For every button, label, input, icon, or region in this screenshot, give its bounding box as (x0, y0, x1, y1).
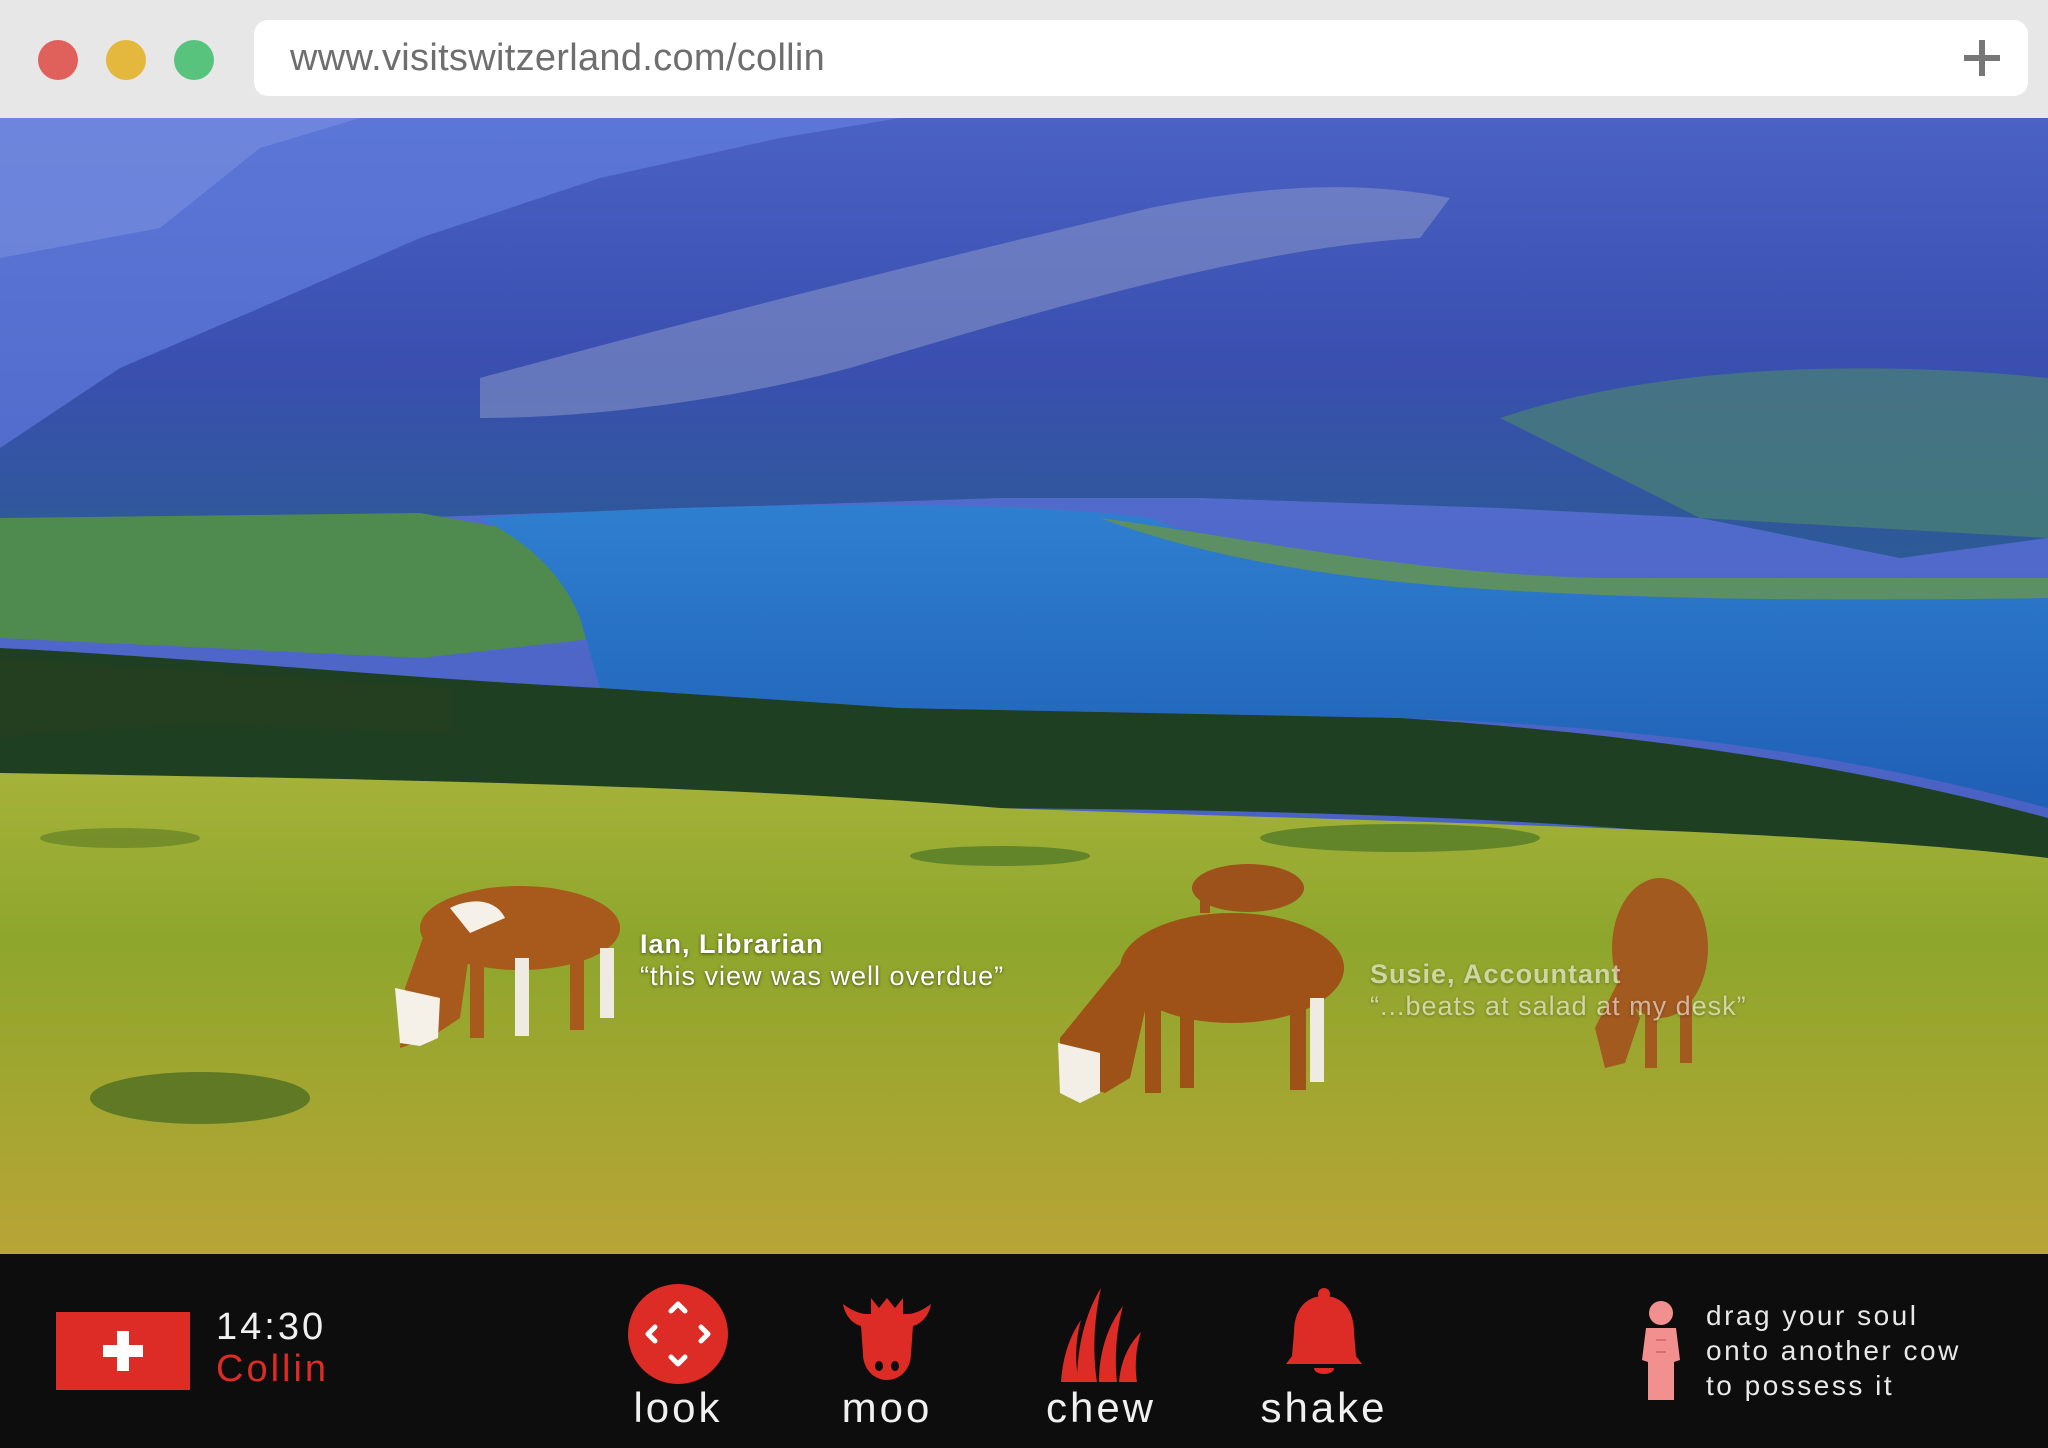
caption-ian: Ian, Librarian “this view was well overd… (640, 928, 1004, 992)
soul-hint-line-2: onto another cow (1706, 1335, 1961, 1366)
soul-hint-line-1: drag your soul (1706, 1300, 1919, 1331)
caption-susie: Susie, Accountant “...beats at salad at … (1370, 958, 1747, 1022)
moo-button[interactable]: moo (807, 1284, 967, 1434)
url-text[interactable]: www.visitswitzerland.com/collin (290, 37, 825, 80)
look-label: look (633, 1384, 723, 1431)
plus-icon[interactable] (1962, 38, 2002, 78)
chew-button[interactable]: chew (1021, 1284, 1181, 1434)
shake-button[interactable]: shake (1244, 1284, 1404, 1434)
clock-time: 14:30 (216, 1306, 327, 1348)
swiss-flag-icon (56, 1312, 190, 1390)
bell-icon (1286, 1288, 1362, 1374)
cow-head-icon (843, 1298, 931, 1380)
soul-hint-line-3: to possess it (1706, 1370, 1895, 1401)
soul-hint-text: drag your soul onto another cow to posse… (1706, 1298, 1961, 1403)
caption-ian-name: Ian, Librarian (640, 929, 824, 959)
caption-ian-quote: “this view was well overdue” (640, 961, 1005, 991)
soul-figure-icon[interactable] (1634, 1300, 1688, 1404)
caption-susie-quote: “...beats at salad at my desk” (1370, 991, 1747, 1021)
moo-label: moo (841, 1384, 933, 1431)
shake-label: shake (1260, 1384, 1388, 1431)
maximize-window-button[interactable] (174, 40, 214, 80)
chew-label: chew (1045, 1384, 1157, 1431)
username: Collin (216, 1348, 330, 1390)
address-bar[interactable]: www.visitswitzerland.com/collin (254, 20, 2028, 96)
scenic-webcam-view: Ian, Librarian “this view was well overd… (0, 118, 2048, 1254)
caption-susie-name: Susie, Accountant (1370, 959, 1622, 989)
alpine-landscape (0, 118, 2048, 1254)
grass-icon (1061, 1288, 1141, 1382)
close-window-button[interactable] (38, 40, 78, 80)
minimize-window-button[interactable] (106, 40, 146, 80)
control-toolbar: 14:30 Collin look moo chew shake drag yo… (0, 1254, 2048, 1448)
look-button[interactable]: look (598, 1284, 758, 1434)
browser-chrome: www.visitswitzerland.com/collin (0, 0, 2048, 118)
look-target-icon (628, 1284, 728, 1384)
